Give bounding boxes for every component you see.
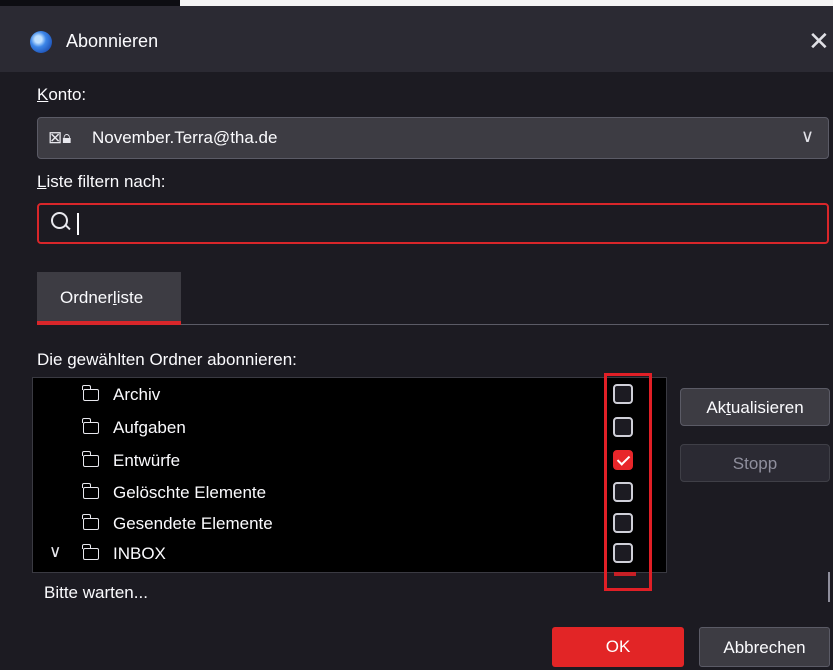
folder-icon (82, 418, 99, 434)
folder-tree[interactable]: Archiv Aufgaben Entwürfe Gelöschte Eleme… (32, 377, 667, 573)
folder-name: Aufgaben (113, 418, 186, 437)
folder-row[interactable]: ∨ INBOX (33, 539, 668, 571)
list-heading: Die gewählten Ordner abonnieren: (37, 350, 297, 369)
title-bar: Abonnieren ✕ (0, 6, 833, 72)
ok-button[interactable]: OK (552, 627, 684, 667)
close-icon[interactable]: ✕ (808, 26, 830, 57)
thunderbird-icon (30, 31, 52, 53)
folder-row[interactable]: Gesendete Elemente (33, 509, 668, 541)
chevron-down-icon: ∨ (800, 126, 814, 146)
folder-icon (82, 544, 99, 560)
folder-name: Gesendete Elemente (113, 514, 273, 533)
mail-account-icon: ⊠🔒︎ (48, 128, 72, 147)
folder-row[interactable]: Archiv (33, 380, 668, 412)
folder-icon (82, 451, 99, 467)
search-icon (51, 212, 68, 229)
account-value: November.Terra@tha.de (92, 128, 278, 147)
folder-icon (82, 385, 99, 401)
filter-label: Liste filtern nach: (37, 172, 166, 191)
folder-icon (82, 483, 99, 499)
tab-folder-list[interactable]: Ordnerliste (37, 272, 181, 324)
account-label: Konto: (37, 85, 87, 104)
folder-icon (82, 514, 99, 530)
tab-label: Ordnerliste (60, 288, 144, 307)
account-select[interactable]: ⊠🔒︎ November.Terra@tha.de ∨ (37, 117, 829, 159)
tab-selected-indicator (37, 321, 181, 325)
folder-name: Gelöschte Elemente (113, 483, 267, 502)
folder-name: Entwürfe (113, 451, 181, 470)
tab-divider (181, 324, 829, 325)
folder-row[interactable]: Entwürfe (33, 446, 668, 478)
folder-name: INBOX (113, 544, 166, 563)
cancel-button[interactable]: Abbrechen (699, 627, 830, 667)
stop-button: Stopp (680, 444, 830, 482)
chevron-down-icon[interactable]: ∨ (49, 542, 61, 562)
highlight-box (604, 373, 652, 591)
status-text: Bitte warten... (44, 583, 148, 602)
resize-edge (828, 572, 830, 602)
folder-row[interactable]: Aufgaben (33, 413, 668, 445)
text-caret (77, 213, 79, 235)
refresh-button[interactable]: Aktualisieren (680, 388, 830, 426)
folder-row[interactable]: Gelöschte Elemente (33, 478, 668, 510)
partial-checkbox (614, 572, 636, 576)
filter-input[interactable] (37, 203, 829, 244)
window-title: Abonnieren (66, 31, 159, 51)
folder-name: Archiv (113, 385, 161, 404)
